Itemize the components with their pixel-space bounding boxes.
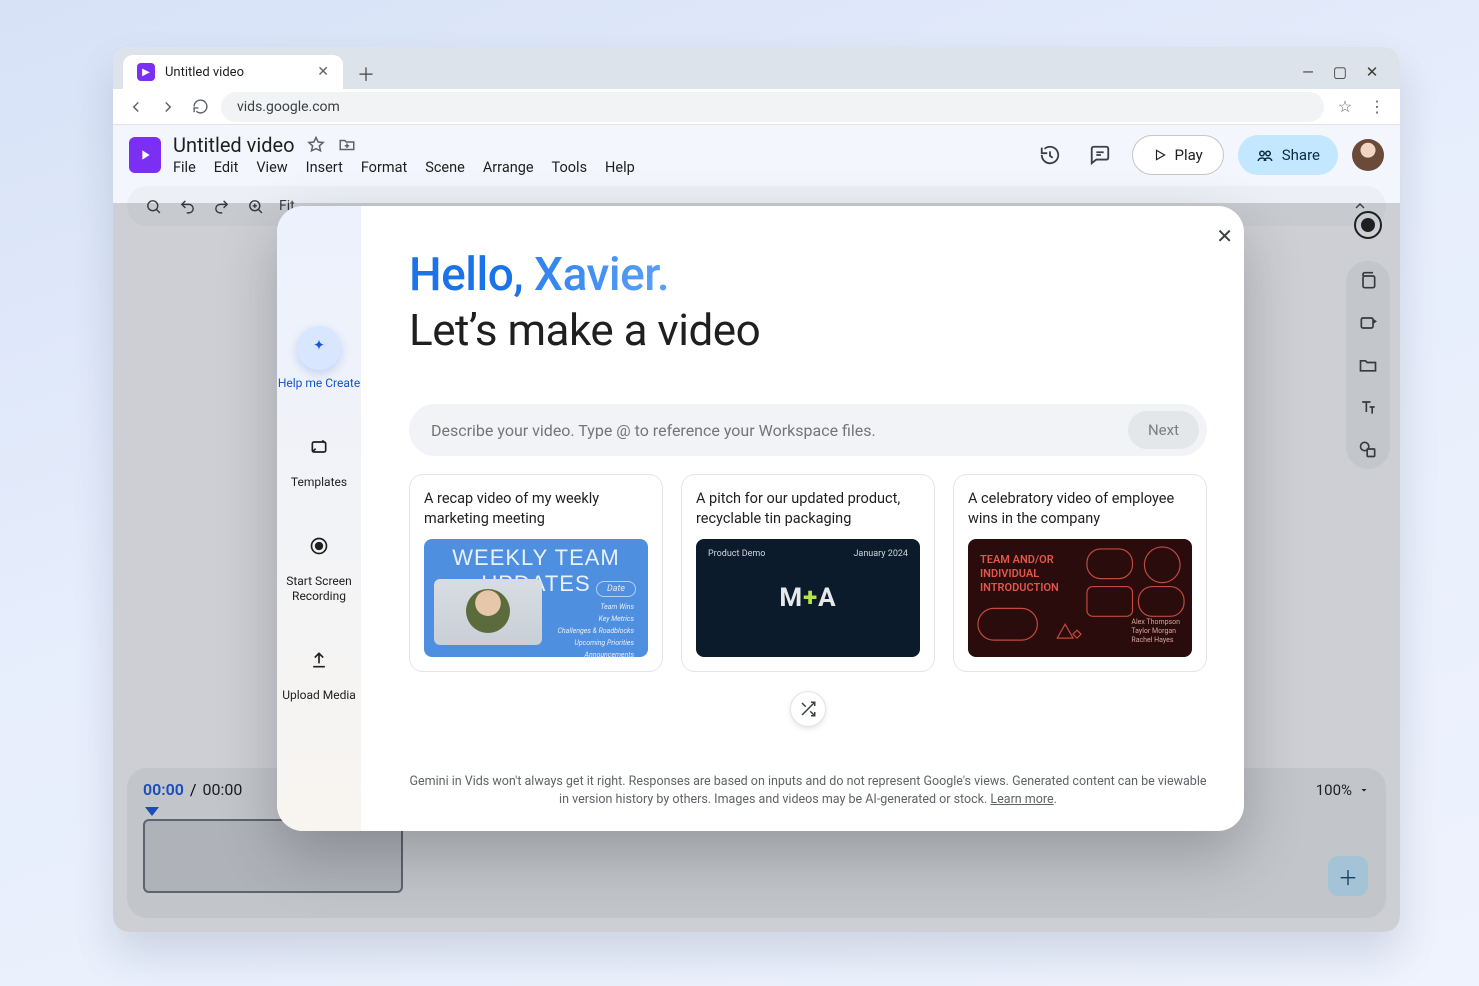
sparkle-icon	[297, 326, 341, 370]
side-upload-media[interactable]: Upload Media	[277, 638, 361, 703]
menu-view[interactable]: View	[256, 159, 287, 176]
account-avatar[interactable]	[1352, 139, 1384, 171]
greeting: Hello, Xavier.	[409, 248, 1207, 302]
share-button[interactable]: Share	[1238, 135, 1338, 175]
modal-main: ✕ Hello, Xavier. Let’s make a video Next…	[361, 206, 1244, 831]
shuffle-button[interactable]	[790, 691, 826, 727]
document-title[interactable]: Untitled video	[173, 133, 295, 157]
comments-icon[interactable]	[1082, 137, 1118, 173]
modal-sidebar: Help me Create Templates Start Screen Re…	[277, 206, 361, 831]
back-icon[interactable]	[125, 96, 147, 118]
prompt-input[interactable]	[431, 421, 1128, 440]
menu-format[interactable]: Format	[361, 159, 407, 176]
menu-edit[interactable]: Edit	[214, 159, 239, 176]
browser-tab[interactable]: ▶ Untitled video ✕	[123, 55, 343, 89]
menu-insert[interactable]: Insert	[306, 159, 343, 176]
tab-strip: ▶ Untitled video ✕ ＋ — ▢ ✕	[113, 47, 1400, 89]
subheading: Let’s make a video	[409, 304, 1207, 356]
app-header: Untitled video File Edit View Insert For…	[113, 125, 1400, 176]
side-templates[interactable]: Templates	[277, 425, 361, 490]
url-field[interactable]: vids.google.com	[221, 92, 1324, 122]
suggestion-card[interactable]: A celebratory video of employee wins in …	[953, 474, 1207, 672]
move-icon[interactable]	[337, 136, 357, 154]
side-screen-recording[interactable]: Start Screen Recording	[277, 524, 361, 604]
card-thumbnail: WEEKLY TEAM UPDATES Date Team Wins Key M…	[424, 539, 648, 657]
menu-arrange[interactable]: Arrange	[483, 159, 534, 176]
tab-title: Untitled video	[165, 65, 244, 80]
side-help-me-create[interactable]: Help me Create	[277, 326, 361, 391]
play-button[interactable]: Play	[1132, 135, 1224, 175]
vids-favicon: ▶	[137, 63, 155, 81]
menu-bar: File Edit View Insert Format Scene Arran…	[173, 159, 635, 176]
vids-logo-icon[interactable]	[129, 137, 161, 173]
reload-icon[interactable]	[189, 96, 211, 118]
card-thumbnail: TEAM AND/OR INDIVIDUAL INTRODUCTION Alex…	[968, 539, 1192, 657]
menu-scene[interactable]: Scene	[425, 159, 465, 176]
create-modal: Help me Create Templates Start Screen Re…	[277, 206, 1244, 831]
star-icon[interactable]	[307, 136, 325, 154]
maximize-icon[interactable]: ▢	[1330, 63, 1350, 81]
learn-more-link[interactable]: Learn more	[990, 792, 1053, 807]
suggestion-card[interactable]: A recap video of my weekly marketing mee…	[409, 474, 663, 672]
menu-file[interactable]: File	[173, 159, 196, 176]
forward-icon[interactable]	[157, 96, 179, 118]
suggestion-card[interactable]: A pitch for our updated product, recycla…	[681, 474, 935, 672]
new-tab-button[interactable]: ＋	[351, 59, 381, 89]
next-button[interactable]: Next	[1128, 411, 1199, 449]
address-bar: vids.google.com ☆ ⋮	[113, 89, 1400, 125]
menu-help[interactable]: Help	[605, 159, 635, 176]
record-icon	[297, 524, 341, 568]
bookmark-icon[interactable]: ☆	[1334, 96, 1356, 118]
prompt-bar: Next	[409, 404, 1207, 456]
templates-icon	[297, 425, 341, 469]
close-icon[interactable]: ✕	[1216, 224, 1233, 248]
card-thumbnail: Product Demo January 2024 M+A	[696, 539, 920, 657]
upload-icon	[297, 638, 341, 682]
history-icon[interactable]	[1032, 137, 1068, 173]
suggestion-cards: A recap video of my weekly marketing mee…	[409, 474, 1207, 672]
close-window-icon[interactable]: ✕	[1362, 63, 1382, 81]
window-controls: — ▢ ✕	[1298, 63, 1390, 89]
legal-text: Gemini in Vids won't always get it right…	[409, 773, 1207, 809]
tab-close-icon[interactable]: ✕	[317, 64, 329, 80]
browser-menu-icon[interactable]: ⋮	[1366, 96, 1388, 118]
menu-tools[interactable]: Tools	[552, 159, 588, 176]
minimize-icon[interactable]: —	[1298, 63, 1318, 81]
